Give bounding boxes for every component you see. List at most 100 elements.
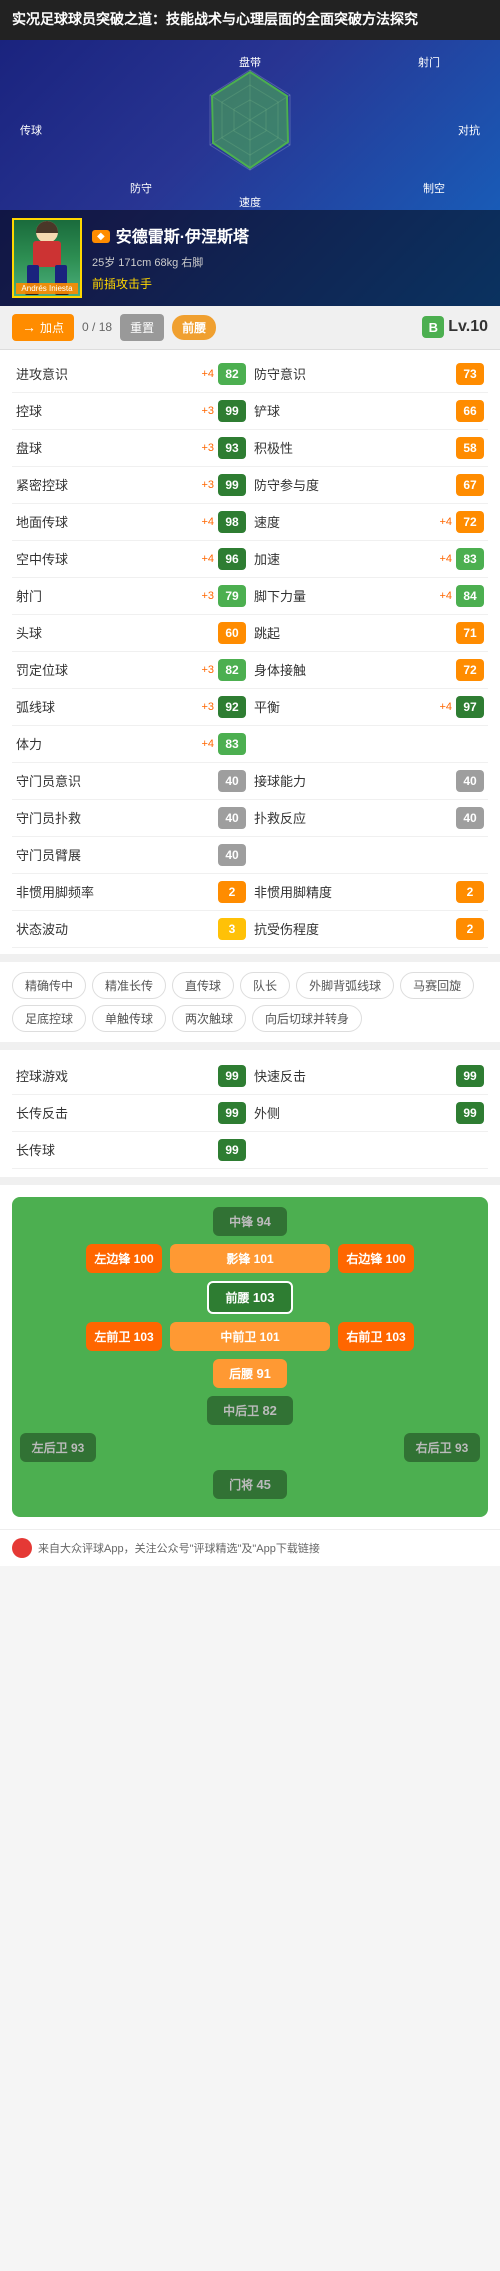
stat-value: 40 bbox=[218, 844, 246, 866]
skills-section: 精确传中精准长传直传球队长外脚背弧线球马赛回旋足底控球单触传球两次触球向后切球并… bbox=[0, 962, 500, 1042]
section-separator-3 bbox=[0, 1177, 500, 1185]
stat-name: 地面传球 bbox=[16, 512, 192, 531]
stat-row: 平衡 +4 97 bbox=[250, 689, 488, 726]
stat-value: 83 bbox=[456, 548, 484, 570]
position-box: 前腰 103 bbox=[207, 1281, 292, 1314]
stat-name: 射门 bbox=[16, 586, 192, 605]
position-box-left: 左边锋 100 bbox=[86, 1244, 162, 1273]
stat-name: 弧线球 bbox=[16, 697, 192, 716]
stat-value: 72 bbox=[456, 511, 484, 533]
stat-name: 抗受伤程度 bbox=[254, 919, 456, 938]
style-stat-row-empty bbox=[250, 1132, 488, 1169]
section-separator-1 bbox=[0, 954, 500, 962]
stat-plus: +4 bbox=[430, 701, 452, 713]
skill-tag: 马赛回旋 bbox=[400, 972, 474, 999]
stat-name: 守门员扑救 bbox=[16, 808, 218, 827]
style-stat-value: 99 bbox=[218, 1102, 246, 1124]
style-stat-value: 99 bbox=[456, 1102, 484, 1124]
stat-value: 82 bbox=[218, 363, 246, 385]
stat-row: 状态波动 3 bbox=[12, 911, 250, 948]
section-separator-2 bbox=[0, 1042, 500, 1050]
stat-name: 紧密控球 bbox=[16, 475, 192, 494]
stat-name: 铲球 bbox=[254, 401, 456, 420]
stat-row: 铲球 66 bbox=[250, 393, 488, 430]
style-stat-row: 外侧 99 bbox=[250, 1095, 488, 1132]
style-stat-name: 快速反击 bbox=[254, 1066, 456, 1085]
style-section: 控球游戏 99 快速反击 99 长传反击 99 外侧 99 长传球 99 bbox=[0, 1050, 500, 1177]
skill-tag: 外脚背弧线球 bbox=[296, 972, 394, 999]
player-meta: 25岁 171cm 68kg 右脚 bbox=[92, 254, 488, 270]
player-info-bar: Andrés Iniesta ◆ 安德雷斯·伊涅斯塔 25岁 171cm 68k… bbox=[0, 210, 500, 306]
stat-value: 2 bbox=[456, 881, 484, 903]
position-row: 中后卫 82 bbox=[20, 1396, 480, 1425]
stat-name: 身体接触 bbox=[254, 660, 456, 679]
player-position: 前插攻击手 bbox=[92, 275, 488, 292]
style-stat-value: 99 bbox=[218, 1065, 246, 1087]
stat-plus: +4 bbox=[192, 553, 214, 565]
stat-name: 脚下力量 bbox=[254, 586, 430, 605]
stat-value: 2 bbox=[218, 881, 246, 903]
position-row: 左边锋 100 影锋 101 右边锋 100 bbox=[20, 1244, 480, 1273]
stat-row: 跳起 71 bbox=[250, 615, 488, 652]
level-display: Lv.10 bbox=[448, 318, 488, 336]
page-title: 实况足球球员突破之道：技能战术与心理层面的全面突破方法探究 bbox=[0, 0, 500, 40]
radar-chart bbox=[150, 50, 350, 210]
add-point-button[interactable]: → 加点 bbox=[12, 314, 74, 341]
position-row: 门将 45 bbox=[20, 1470, 480, 1499]
style-stat-value: 99 bbox=[218, 1139, 246, 1161]
player-detail-area: ◆ 安德雷斯·伊涅斯塔 25岁 171cm 68kg 右脚 前插攻击手 bbox=[92, 218, 488, 292]
position-box-right: 右前卫 103 bbox=[338, 1322, 414, 1351]
style-stat-value: 99 bbox=[456, 1065, 484, 1087]
stat-plus: +3 bbox=[192, 442, 214, 454]
skills-grid: 精确传中精准长传直传球队长外脚背弧线球马赛回旋足底控球单触传球两次触球向后切球并… bbox=[12, 972, 488, 1032]
style-grid: 控球游戏 99 快速反击 99 长传反击 99 外侧 99 长传球 99 bbox=[12, 1058, 488, 1169]
stat-name: 接球能力 bbox=[254, 771, 456, 790]
stat-row: 加速 +4 83 bbox=[250, 541, 488, 578]
stat-plus: +3 bbox=[192, 701, 214, 713]
stat-value: 66 bbox=[456, 400, 484, 422]
stat-row: 脚下力量 +4 84 bbox=[250, 578, 488, 615]
skill-tag: 队长 bbox=[240, 972, 290, 999]
radar-label-chuanqiu: 传球 bbox=[20, 122, 42, 138]
position-box-left: 左后卫 93 bbox=[20, 1433, 96, 1462]
position-box-right: 右后卫 93 bbox=[404, 1433, 480, 1462]
stat-value: 93 bbox=[218, 437, 246, 459]
stat-plus: +3 bbox=[192, 479, 214, 491]
stat-name: 速度 bbox=[254, 512, 430, 531]
stat-plus: +3 bbox=[192, 664, 214, 676]
skill-tag: 直传球 bbox=[172, 972, 234, 999]
stat-name: 防守参与度 bbox=[254, 475, 456, 494]
stat-name: 体力 bbox=[16, 734, 192, 753]
stat-value: 40 bbox=[456, 770, 484, 792]
stat-row: 守门员臂展 40 bbox=[12, 837, 250, 874]
stat-name: 状态波动 bbox=[16, 919, 218, 938]
stat-row: 身体接触 72 bbox=[250, 652, 488, 689]
stat-name: 加速 bbox=[254, 549, 430, 568]
style-stat-name: 外侧 bbox=[254, 1103, 456, 1122]
stat-value: 92 bbox=[218, 696, 246, 718]
stat-plus: +4 bbox=[430, 553, 452, 565]
stats-grid: 进攻意识 +4 82 防守意识 73 控球 +3 99 铲球 66 盘球 +3 … bbox=[12, 356, 488, 948]
position-tag[interactable]: 前腰 bbox=[172, 315, 216, 340]
stat-row: 守门员扑救 40 bbox=[12, 800, 250, 837]
skill-tag: 精确传中 bbox=[12, 972, 86, 999]
radar-label-duikang: 对抗 bbox=[458, 122, 480, 138]
player-photo: Andrés Iniesta bbox=[12, 218, 82, 298]
radar-area: 盘带 射门 对抗 制空 防守 速度 传球 bbox=[0, 50, 500, 210]
stat-value: 40 bbox=[218, 807, 246, 829]
point-counter: 0 / 18 bbox=[82, 320, 112, 334]
skill-tag: 足底控球 bbox=[12, 1005, 86, 1032]
stat-row: 速度 +4 72 bbox=[250, 504, 488, 541]
stat-row: 体力 +4 83 bbox=[12, 726, 250, 763]
stat-value: 40 bbox=[456, 807, 484, 829]
footer: 来自大众评球App，关注公众号"评球精选"及"App下载链接 bbox=[0, 1529, 500, 1566]
position-box: 中锋 94 bbox=[213, 1207, 287, 1236]
position-box-center: 影锋 101 bbox=[170, 1244, 330, 1273]
player-photo-name: Andrés Iniesta bbox=[16, 283, 78, 294]
position-box-right: 右边锋 100 bbox=[338, 1244, 414, 1273]
reset-button[interactable]: 重置 bbox=[120, 314, 164, 341]
stat-plus: +4 bbox=[430, 516, 452, 528]
stat-value: 99 bbox=[218, 474, 246, 496]
stat-row bbox=[250, 726, 488, 763]
stat-value: 73 bbox=[456, 363, 484, 385]
